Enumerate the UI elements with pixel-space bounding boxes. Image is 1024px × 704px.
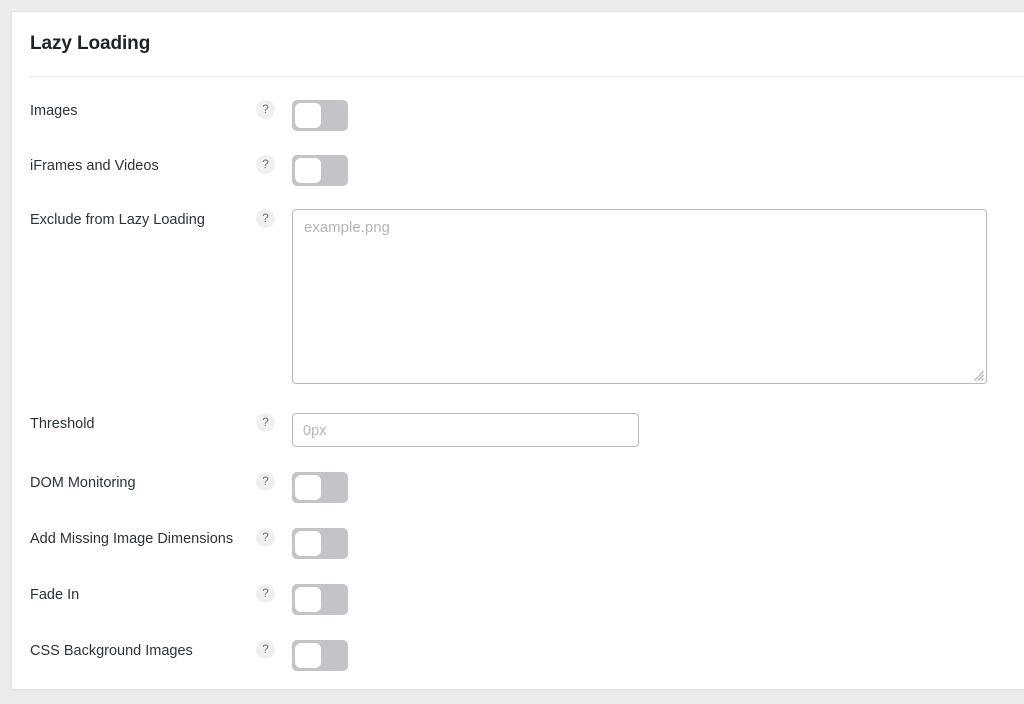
setting-row-add-missing-image-dimensions: Add Missing Image Dimensions ? bbox=[12, 528, 1024, 559]
help-icon-iframes-videos[interactable]: ? bbox=[256, 155, 275, 174]
setting-row-exclude-from-lazy-loading: Exclude from Lazy Loading ? example.png bbox=[12, 209, 1024, 384]
control-iframes-videos bbox=[292, 155, 1024, 186]
threshold-input-placeholder: 0px bbox=[303, 423, 327, 439]
toggle-dom-monitoring[interactable] bbox=[292, 472, 348, 503]
control-dom-monitoring bbox=[292, 472, 1024, 503]
toggle-fade-in[interactable] bbox=[292, 584, 348, 615]
toggle-knob bbox=[295, 587, 321, 612]
label-iframes-videos: iFrames and Videos bbox=[30, 158, 159, 174]
toggle-knob bbox=[295, 158, 321, 183]
card-header: Lazy Loading bbox=[12, 12, 1024, 56]
toggle-knob bbox=[295, 643, 321, 668]
control-add-missing-image-dimensions bbox=[292, 528, 1024, 559]
label-threshold: Threshold bbox=[30, 416, 95, 432]
toggle-iframes-videos[interactable] bbox=[292, 155, 348, 186]
toggle-add-missing-image-dimensions[interactable] bbox=[292, 528, 348, 559]
label-dom-monitoring: DOM Monitoring bbox=[30, 475, 136, 491]
control-fade-in bbox=[292, 584, 1024, 615]
threshold-input[interactable]: 0px bbox=[292, 413, 639, 447]
setting-row-iframes-videos: iFrames and Videos ? bbox=[12, 155, 1024, 186]
exclude-textarea-placeholder: example.png bbox=[304, 219, 390, 236]
page-title: Lazy Loading bbox=[30, 33, 151, 54]
header-divider bbox=[30, 76, 1024, 77]
toggle-knob bbox=[295, 475, 321, 500]
help-icon-exclude-from-lazy-loading[interactable]: ? bbox=[256, 209, 275, 228]
help-icon-dom-monitoring[interactable]: ? bbox=[256, 472, 275, 491]
label-fade-in: Fade In bbox=[30, 587, 80, 603]
control-images bbox=[292, 100, 1024, 131]
setting-row-dom-monitoring: DOM Monitoring ? bbox=[12, 472, 1024, 503]
toggle-images[interactable] bbox=[292, 100, 348, 131]
control-css-background-images bbox=[292, 640, 1024, 671]
label-add-missing-image-dimensions: Add Missing Image Dimensions bbox=[30, 531, 234, 547]
settings-form: Images ? iFrames and Videos ? Exclude fr… bbox=[12, 100, 1024, 671]
setting-row-threshold: Threshold ? 0px bbox=[12, 413, 1024, 447]
help-icon-add-missing-image-dimensions[interactable]: ? bbox=[256, 528, 275, 547]
toggle-css-background-images[interactable] bbox=[292, 640, 348, 671]
help-icon-fade-in[interactable]: ? bbox=[256, 584, 275, 603]
help-icon-css-background-images[interactable]: ? bbox=[256, 640, 275, 659]
setting-row-fade-in: Fade In ? bbox=[12, 584, 1024, 615]
setting-row-images: Images ? bbox=[12, 100, 1024, 131]
setting-row-css-background-images: CSS Background Images ? bbox=[12, 640, 1024, 671]
label-exclude-from-lazy-loading: Exclude from Lazy Loading bbox=[30, 212, 205, 228]
toggle-knob bbox=[295, 531, 321, 556]
help-icon-images[interactable]: ? bbox=[256, 100, 275, 119]
exclude-from-lazy-loading-textarea[interactable]: example.png bbox=[292, 209, 987, 384]
control-threshold: 0px bbox=[292, 413, 1024, 447]
lazy-loading-settings-card: Lazy Loading Images ? iFrames and Videos… bbox=[11, 11, 1024, 690]
resize-grip-icon[interactable] bbox=[973, 370, 984, 381]
help-icon-threshold[interactable]: ? bbox=[256, 413, 275, 432]
toggle-knob bbox=[295, 103, 321, 128]
label-css-background-images: CSS Background Images bbox=[30, 643, 193, 659]
label-images: Images bbox=[30, 103, 78, 119]
control-exclude-from-lazy-loading: example.png bbox=[292, 209, 1024, 384]
